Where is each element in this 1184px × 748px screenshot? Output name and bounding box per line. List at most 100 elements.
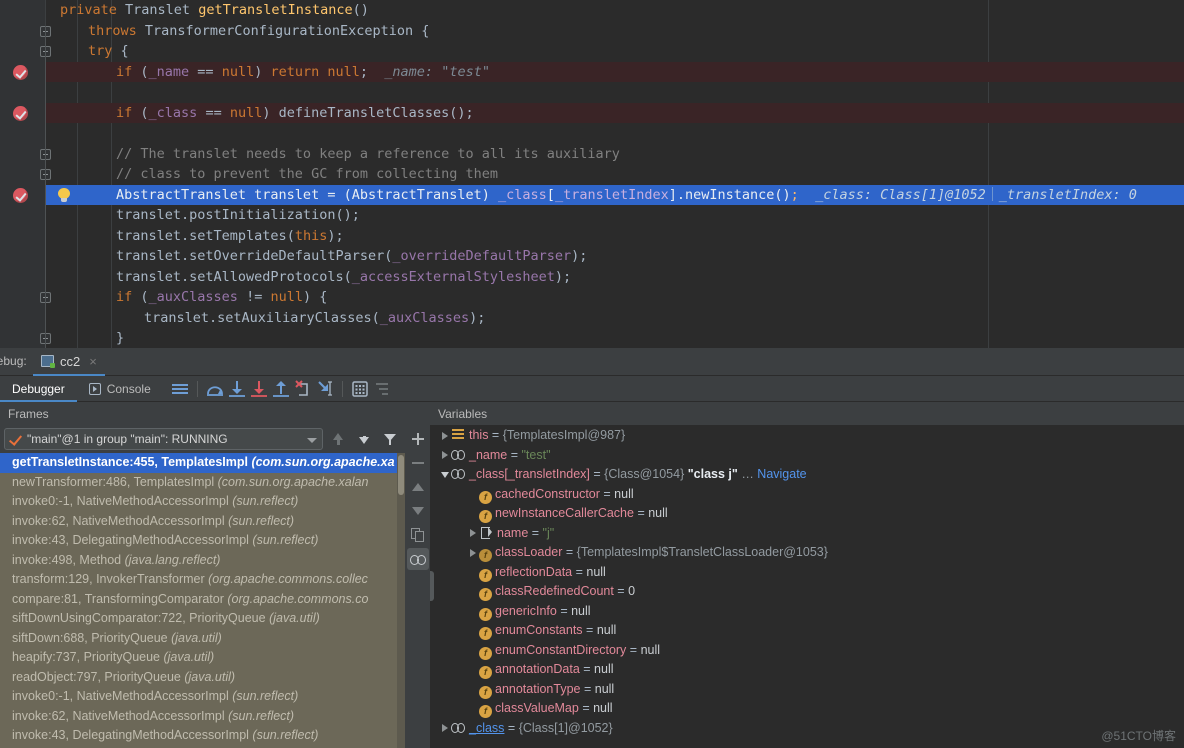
code-line[interactable]: translet.setTemplates(this); xyxy=(45,226,1184,247)
variables-side-toolbar[interactable] xyxy=(405,425,430,748)
breakpoint-icon[interactable] xyxy=(13,64,28,80)
debugger-toolbar[interactable]: Debugger Console xyxy=(0,376,1184,402)
evaluate-expression-icon[interactable] xyxy=(349,378,371,400)
variable-row[interactable]: f cachedConstructor = null xyxy=(430,485,1184,505)
variable-row[interactable]: f classValueMap = null xyxy=(430,699,1184,719)
frame-row[interactable]: siftDown:688, PriorityQueue (java.util) xyxy=(0,629,405,649)
code-line[interactable]: translet.setAllowedProtocols(_accessExte… xyxy=(45,267,1184,288)
code-line[interactable]: try { xyxy=(45,41,1184,62)
editor-gutter[interactable] xyxy=(0,0,45,348)
variable-name: reflectionData xyxy=(495,564,573,579)
run-to-cursor-icon[interactable] xyxy=(314,378,336,400)
chevron-right-icon[interactable] xyxy=(466,524,479,544)
frame-row[interactable]: invoke:62, NativeMethodAccessorImpl (sun… xyxy=(0,707,405,727)
variable-row[interactable]: f annotationType = null xyxy=(430,680,1184,700)
drop-frame-icon[interactable] xyxy=(292,378,314,400)
chevron-right-icon[interactable] xyxy=(438,719,451,739)
code-line[interactable]: // The translet needs to keep a referenc… xyxy=(45,144,1184,165)
navigate-link[interactable]: Navigate xyxy=(757,467,806,481)
move-up-button[interactable] xyxy=(407,476,429,498)
code-line[interactable] xyxy=(45,123,1184,144)
variables-tree[interactable]: this = {TemplatesImpl@987} _name = "test"… xyxy=(430,425,1184,748)
variable-row[interactable]: f newInstanceCallerCache = null xyxy=(430,504,1184,524)
show-execution-point-icon[interactable] xyxy=(169,378,191,400)
add-watch-button[interactable] xyxy=(407,428,429,450)
frames-toolbar[interactable]: "main"@1 in group "main": RUNNING xyxy=(0,425,405,453)
force-step-into-icon[interactable] xyxy=(248,378,270,400)
frame-row[interactable]: transform:129, InvokerTransformer (org.a… xyxy=(0,570,405,590)
variable-row[interactable]: f classRedefinedCount = 0 xyxy=(430,582,1184,602)
intention-bulb-icon[interactable] xyxy=(58,187,70,203)
code-editor[interactable]: private Translet getTransletInstance() th… xyxy=(0,0,1184,348)
tab-console[interactable]: Console xyxy=(77,376,163,402)
variable-row[interactable]: f annotationData = null xyxy=(430,660,1184,680)
frame-row[interactable]: invoke0:-1, NativeMethodAccessorImpl (su… xyxy=(0,492,405,512)
tab-debugger[interactable]: Debugger xyxy=(0,376,77,402)
variable-row[interactable]: _name = "test" xyxy=(430,446,1184,466)
frame-up-button[interactable] xyxy=(327,428,349,450)
variable-row[interactable]: f enumConstants = null xyxy=(430,621,1184,641)
thread-selector[interactable]: "main"@1 in group "main": RUNNING xyxy=(4,428,323,450)
remove-watch-button[interactable] xyxy=(407,452,429,474)
code-line[interactable]: if (_name == null) return null; _name: "… xyxy=(45,61,1184,82)
variable-row[interactable]: f classLoader = {TemplatesImpl$TransletCl… xyxy=(430,543,1184,563)
code-line[interactable]: private Translet getTransletInstance() xyxy=(45,0,1184,21)
filter-frames-button[interactable] xyxy=(379,428,401,450)
move-down-button[interactable] xyxy=(407,500,429,522)
debug-tool-window: Debug: cc2 × Debugger Console xyxy=(0,348,1184,748)
debug-session-tab-cc2[interactable]: cc2 × xyxy=(33,348,105,376)
step-over-icon[interactable] xyxy=(204,378,226,400)
code-line[interactable]: // class to prevent the GC from collecti… xyxy=(45,164,1184,185)
chevron-down-icon[interactable] xyxy=(307,438,317,443)
frame-row[interactable]: readObject:797, PriorityQueue (java.util… xyxy=(0,668,405,688)
variable-row[interactable]: f enumConstantDirectory = null xyxy=(430,641,1184,661)
frame-row[interactable]: compare:81, TransformingComparator (org.… xyxy=(0,590,405,610)
variable-row[interactable]: _class[_transletIndex] = {Class@1054} "c… xyxy=(430,465,1184,485)
variable-row[interactable]: f genericInfo = null xyxy=(430,602,1184,622)
chevron-right-icon[interactable] xyxy=(438,426,451,446)
step-into-icon[interactable] xyxy=(226,378,248,400)
close-icon[interactable]: × xyxy=(89,354,97,369)
code-line[interactable]: if (_class == null) defineTransletClasse… xyxy=(45,102,1184,123)
frame-row[interactable]: siftDownUsingComparator:722, PriorityQue… xyxy=(0,609,405,629)
code-text: translet.setTemplates(this); xyxy=(116,227,344,244)
inspect-button[interactable] xyxy=(406,548,429,570)
breakpoint-icon[interactable] xyxy=(13,105,28,121)
frame-row[interactable]: invoke:43, DelegatingMethodAccessorImpl … xyxy=(0,531,405,551)
variable-row[interactable]: this = {TemplatesImpl@987} xyxy=(430,426,1184,446)
variable-row[interactable]: name = "j" xyxy=(430,524,1184,544)
frame-row[interactable]: invoke:62, NativeMethodAccessorImpl (sun… xyxy=(0,512,405,532)
code-line[interactable]: throws TransformerConfigurationException… xyxy=(45,21,1184,42)
chevron-right-icon[interactable] xyxy=(466,543,479,563)
frame-row[interactable]: invoke0:-1, NativeMethodAccessorImpl (su… xyxy=(0,687,405,707)
chevron-right-icon[interactable] xyxy=(438,446,451,466)
inline-debug-value[interactable]: _transletIndex: 0 xyxy=(999,187,1137,203)
chevron-down-icon[interactable] xyxy=(438,465,451,485)
frame-row-selected[interactable]: getTransletInstance:455, TemplatesImpl (… xyxy=(0,453,405,473)
variable-row[interactable]: f reflectionData = null xyxy=(430,563,1184,583)
breakpoint-icon[interactable] xyxy=(13,187,28,203)
frame-down-button[interactable] xyxy=(353,428,375,450)
frame-row[interactable]: invoke:43, DelegatingMethodAccessorImpl … xyxy=(0,726,405,746)
watermark: @51CTO博客 xyxy=(1101,729,1176,743)
frames-list[interactable]: getTransletInstance:455, TemplatesImpl (… xyxy=(0,453,405,748)
code-line[interactable]: translet.postInitialization(); xyxy=(45,205,1184,226)
code-line[interactable]: translet.setAuxiliaryClasses(_auxClasses… xyxy=(45,308,1184,329)
code-line[interactable]: } xyxy=(45,328,1184,348)
code-line[interactable]: if (_auxClasses != null) { xyxy=(45,287,1184,308)
frame-row[interactable]: heapify:737, PriorityQueue (java.util) xyxy=(0,648,405,668)
code-line[interactable] xyxy=(45,82,1184,103)
frame-row[interactable]: newTransformer:486, TemplatesImpl (com.s… xyxy=(0,473,405,493)
step-out-icon[interactable] xyxy=(270,378,292,400)
copy-value-button[interactable] xyxy=(407,524,429,546)
code-lines[interactable]: private Translet getTransletInstance() th… xyxy=(45,0,1184,348)
frame-row[interactable]: invoke:498, Method (java.lang.reflect) xyxy=(0,551,405,571)
variable-name: enumConstantDirectory xyxy=(495,642,627,657)
code-line[interactable]: translet.setOverrideDefaultParser(_overr… xyxy=(45,246,1184,267)
mute-breakpoints-icon[interactable] xyxy=(371,378,393,400)
frames-scrollbar[interactable] xyxy=(397,453,405,748)
inline-debug-value[interactable]: _class: Class[1]@1052 xyxy=(815,187,986,203)
code-line[interactable]: AbstractTranslet translet = (AbstractTra… xyxy=(45,184,1184,205)
variable-row[interactable]: _class = {Class[1]@1052} xyxy=(430,719,1184,739)
code-text: translet.setAuxiliaryClasses(_auxClasses… xyxy=(144,309,486,326)
